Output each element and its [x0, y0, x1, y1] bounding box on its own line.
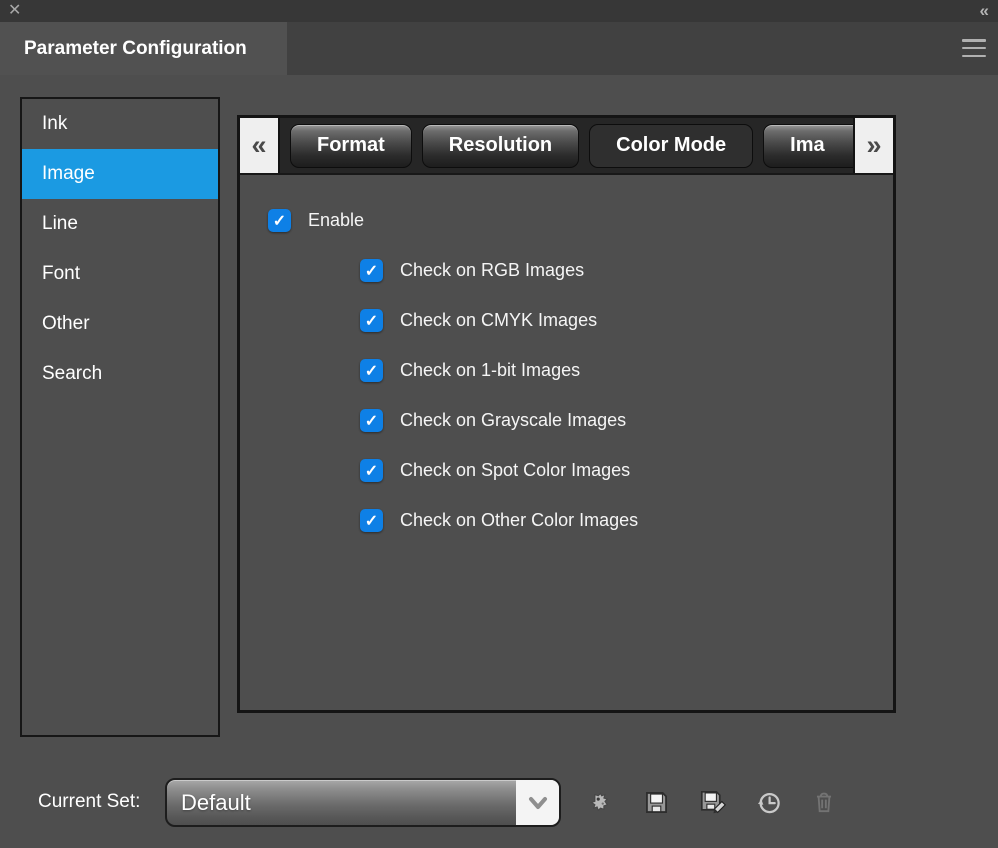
- 1bit-label: Check on 1-bit Images: [400, 360, 580, 381]
- new-set-icon: [587, 789, 614, 816]
- spot-color-label: Check on Spot Color Images: [400, 460, 630, 481]
- collapse-panel-icon[interactable]: «: [980, 0, 990, 22]
- panel-title: Parameter Configuration: [24, 38, 247, 60]
- check-row-other-color: ✓ Check on Other Color Images: [360, 509, 893, 532]
- new-set-button[interactable]: [586, 788, 614, 816]
- close-icon[interactable]: ✕: [8, 1, 21, 21]
- dropdown-arrow-segment[interactable]: [516, 780, 559, 825]
- category-list: Ink Image Line Font Other Search: [20, 97, 220, 737]
- other-color-label: Check on Other Color Images: [400, 510, 638, 531]
- rgb-label: Check on RGB Images: [400, 260, 584, 281]
- enable-checkbox[interactable]: ✓: [268, 209, 291, 232]
- sidebar-item-line[interactable]: Line: [22, 199, 218, 249]
- check-row-rgb: ✓ Check on RGB Images: [360, 259, 893, 282]
- enable-row: ✓ Enable: [268, 209, 893, 232]
- tab-strip: « Format Resolution Color Mode Ima »: [240, 118, 893, 175]
- tab-resolution[interactable]: Resolution: [422, 124, 579, 168]
- history-button[interactable]: [754, 788, 782, 816]
- enable-label: Enable: [308, 210, 364, 231]
- panel-tab-row: Parameter Configuration: [0, 22, 998, 75]
- save-set-as-icon: [699, 789, 726, 816]
- check-row-spot-color: ✓ Check on Spot Color Images: [360, 459, 893, 482]
- cmyk-checkbox[interactable]: ✓: [360, 309, 383, 332]
- tab-color-mode[interactable]: Color Mode: [589, 124, 753, 168]
- sidebar-item-search[interactable]: Search: [22, 349, 218, 399]
- delete-set-button[interactable]: [810, 788, 838, 816]
- panel-menu-icon[interactable]: [962, 39, 986, 57]
- check-row-cmyk: ✓ Check on CMYK Images: [360, 309, 893, 332]
- tab-format[interactable]: Format: [290, 124, 412, 168]
- check-row-grayscale: ✓ Check on Grayscale Images: [360, 409, 893, 432]
- save-set-icon: [643, 789, 670, 816]
- sidebar-item-ink[interactable]: Ink: [22, 99, 218, 149]
- tab-scroll-left-button[interactable]: «: [240, 118, 280, 173]
- save-set-button[interactable]: [642, 788, 670, 816]
- chevron-down-icon: [527, 794, 549, 812]
- settings-panel: « Format Resolution Color Mode Ima » ✓ E…: [237, 115, 896, 713]
- sidebar-item-other[interactable]: Other: [22, 299, 218, 349]
- 1bit-checkbox[interactable]: ✓: [360, 359, 383, 382]
- grayscale-label: Check on Grayscale Images: [400, 410, 626, 431]
- other-color-checkbox[interactable]: ✓: [360, 509, 383, 532]
- window-top-strip: ✕ «: [0, 0, 998, 22]
- current-set-value: Default: [167, 790, 251, 816]
- cmyk-label: Check on CMYK Images: [400, 310, 597, 331]
- sidebar-item-font[interactable]: Font: [22, 249, 218, 299]
- set-toolbar: [586, 788, 838, 816]
- rgb-checkbox[interactable]: ✓: [360, 259, 383, 282]
- check-row-1bit: ✓ Check on 1-bit Images: [360, 359, 893, 382]
- grayscale-checkbox[interactable]: ✓: [360, 409, 383, 432]
- spot-color-checkbox[interactable]: ✓: [360, 459, 383, 482]
- history-icon: [755, 789, 782, 816]
- sidebar-item-image[interactable]: Image: [22, 149, 218, 199]
- save-set-as-button[interactable]: [698, 788, 726, 816]
- delete-set-icon: [811, 789, 837, 815]
- panel-tab-parameter-configuration[interactable]: Parameter Configuration: [0, 22, 287, 75]
- current-set-label: Current Set:: [38, 791, 140, 813]
- current-set-dropdown[interactable]: Default: [165, 778, 561, 827]
- color-mode-settings: ✓ Enable ✓ Check on RGB Images ✓ Check o…: [240, 175, 893, 532]
- tab-scroll-right-button[interactable]: »: [853, 118, 893, 173]
